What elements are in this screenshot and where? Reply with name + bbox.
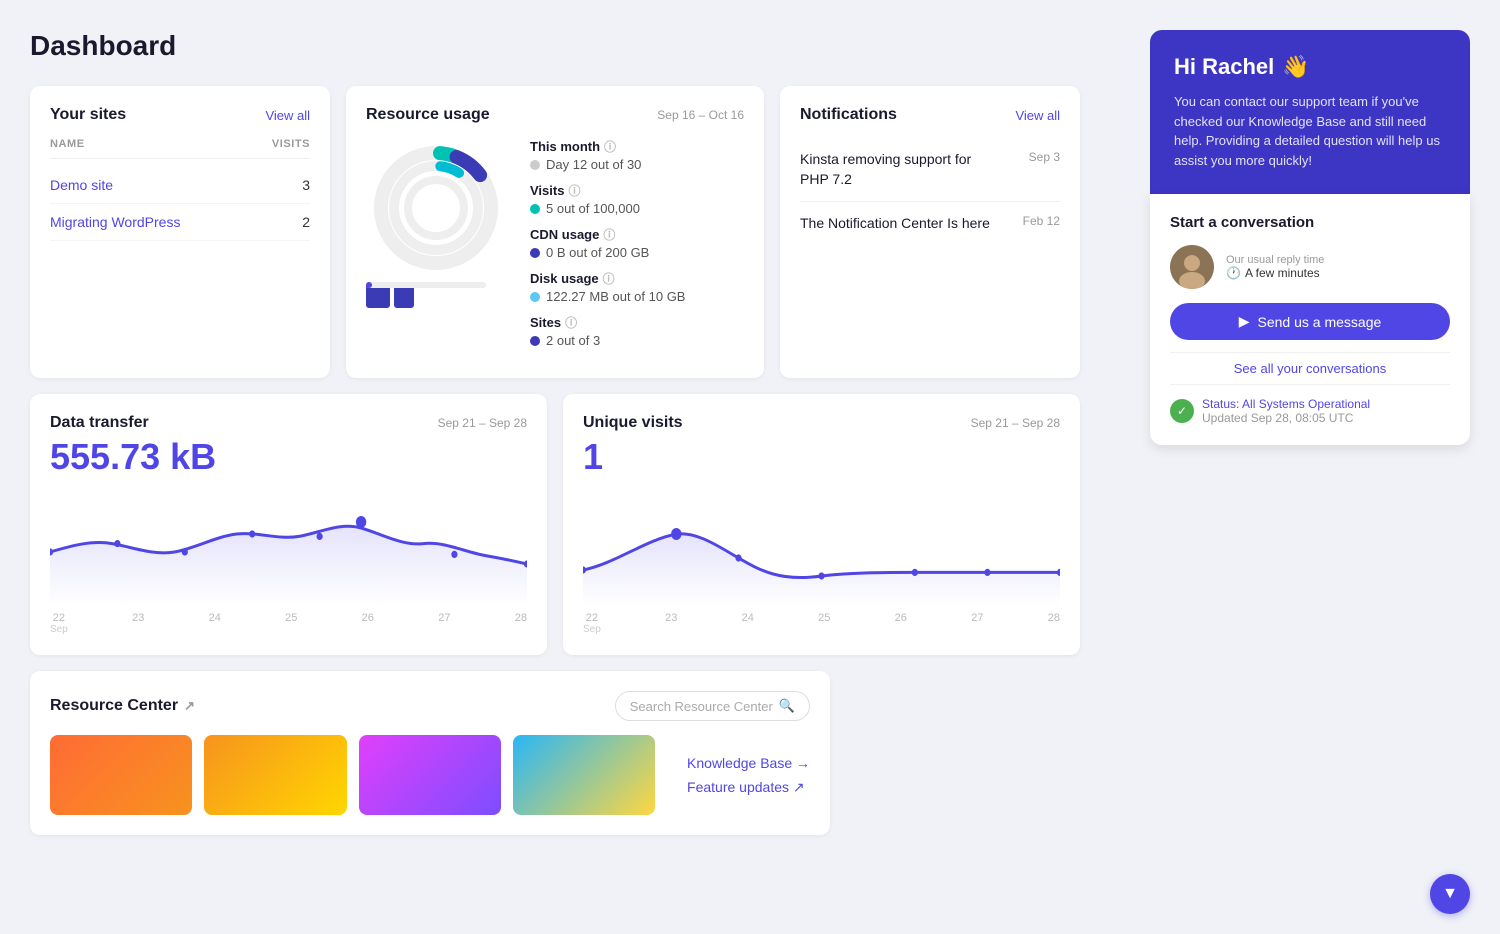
donut-chart [366,138,506,278]
notification-text-2: The Notification Center Is here [800,214,990,234]
resource-center-card: Resource Center ↗ Search Resource Center… [30,671,830,835]
notifications-header: Notifications View all [800,106,1060,124]
see-all-conversations-link[interactable]: See all your conversations [1170,352,1450,385]
resource-stats: This month ⓘ Day 12 out of 30 Visits ⓘ [530,138,744,358]
send-icon: ▶ [1239,313,1250,330]
data-transfer-title: Data transfer [50,414,149,432]
unique-visits-card: Unique visits Sep 21 – Sep 28 1 [563,394,1080,655]
info-icon-2: ⓘ [568,182,580,199]
support-bottom-section: Start a conversation Our usual reply tim… [1150,194,1470,445]
resource-center-search[interactable]: Search Resource Center 🔍 [615,691,810,721]
stat-this-month: This month ⓘ Day 12 out of 30 [530,138,744,172]
resource-image-3[interactable] [359,735,501,815]
unique-visits-chart [583,486,1060,606]
your-sites-title: Your sites [50,106,126,124]
reply-time: 🕐 A few minutes [1226,266,1324,280]
notifications-view-all[interactable]: View all [1015,108,1060,123]
status-info: Status: All Systems Operational Updated … [1202,397,1370,425]
send-message-button[interactable]: ▶ Send us a message [1170,303,1450,340]
resource-date-range: Sep 16 – Oct 16 [657,108,744,122]
unique-visits-title: Unique visits [583,414,683,432]
support-top-section: Hi Rachel 👋 You can contact our support … [1150,30,1470,194]
clock-icon: 🕐 [1226,266,1241,280]
start-conversation-title: Start a conversation [1170,214,1450,231]
your-sites-view-all[interactable]: View all [265,108,310,123]
external-link-icon: ↗ [184,698,195,714]
resource-usage-title: Resource usage [366,106,490,124]
resource-usage-header: Resource usage Sep 16 – Oct 16 [366,106,744,124]
support-greeting: Hi Rachel 👋 [1174,54,1446,80]
status-row: ✓ Status: All Systems Operational Update… [1170,397,1450,425]
sites-table: NAME VISITS Demo site 3 Migrating WordPr… [50,138,310,241]
stat-cdn: CDN usage ⓘ 0 B out of 200 GB [530,226,744,260]
collapse-button[interactable]: ▼ [1430,874,1470,914]
table-row: Demo site 3 [50,167,310,204]
notification-item: The Notification Center Is here Feb 12 [800,202,1060,246]
notifications-card: Notifications View all Kinsta removing s… [780,86,1080,378]
site-link-migrating[interactable]: Migrating WordPress [50,214,180,230]
stat-sites: Sites ⓘ 2 out of 3 [530,314,744,348]
site-visits-migrating: 2 [302,214,310,230]
your-sites-card: Your sites View all NAME VISITS Demo sit… [30,86,330,378]
resource-image-1[interactable] [50,735,192,815]
support-panel: Hi Rachel 👋 You can contact our support … [1150,30,1470,445]
wave-emoji: 👋 [1282,54,1309,80]
search-icon: 🔍 [779,698,795,714]
status-updated: Updated Sep 28, 08:05 UTC [1202,411,1370,425]
notification-date-2: Feb 12 [1023,214,1060,234]
notification-text: Kinsta removing support for PHP 7.2 [800,150,1000,189]
site-link-demo[interactable]: Demo site [50,177,113,193]
info-icon-4: ⓘ [603,270,615,287]
resource-images-grid [50,735,655,815]
data-transfer-value: 555.73 kB [50,436,527,478]
status-icon: ✓ [1170,399,1194,423]
stat-visits: Visits ⓘ 5 out of 100,000 [530,182,744,216]
data-transfer-chart [50,486,527,606]
agent-avatar [1170,245,1214,289]
reply-info: Our usual reply time 🕐 A few minutes [1226,254,1324,280]
resource-image-2[interactable] [204,735,346,815]
info-icon-5: ⓘ [565,314,577,331]
unique-visits-date: Sep 21 – Sep 28 [971,416,1060,430]
col-name: NAME [50,138,85,150]
resource-center-title: Resource Center ↗ [50,697,195,715]
info-icon-3: ⓘ [603,226,615,243]
stat-disk: Disk usage ⓘ 122.27 MB out of 10 GB [530,270,744,304]
status-text: Status: All Systems Operational [1202,397,1370,411]
chevron-down-icon: ▼ [1442,885,1458,903]
data-transfer-axis: 22Sep 23 24 25 26 27 28 [50,612,527,635]
knowledge-base-link[interactable]: Knowledge Base → [687,755,810,771]
agent-row: Our usual reply time 🕐 A few minutes [1170,245,1450,289]
resource-links: Knowledge Base → Feature updates ↗ [671,735,810,815]
data-transfer-card: Data transfer Sep 21 – Sep 28 555.73 kB [30,394,547,655]
data-transfer-date: Sep 21 – Sep 28 [438,416,527,430]
unique-visits-axis: 22Sep 23 24 25 26 27 28 [583,612,1060,635]
table-row: Migrating WordPress 2 [50,204,310,241]
reply-label: Our usual reply time [1226,254,1324,266]
resource-image-4[interactable] [513,735,655,815]
resource-usage-card: Resource usage Sep 16 – Oct 16 [346,86,764,378]
support-description: You can contact our support team if you'… [1174,92,1446,170]
unique-visits-value: 1 [583,436,1060,478]
feature-updates-link[interactable]: Feature updates ↗ [687,779,810,796]
notification-item: Kinsta removing support for PHP 7.2 Sep … [800,138,1060,202]
your-sites-header: Your sites View all [50,106,310,124]
notifications-title: Notifications [800,106,897,124]
search-input-label: Search Resource Center [630,699,773,714]
notification-date: Sep 3 [1029,150,1060,189]
site-visits-demo: 3 [302,177,310,193]
col-visits: VISITS [272,138,310,150]
sites-table-header: NAME VISITS [50,138,310,159]
resource-center-header: Resource Center ↗ Search Resource Center… [50,691,810,721]
page-title: Dashboard [30,30,1080,62]
info-icon: ⓘ [604,138,616,155]
